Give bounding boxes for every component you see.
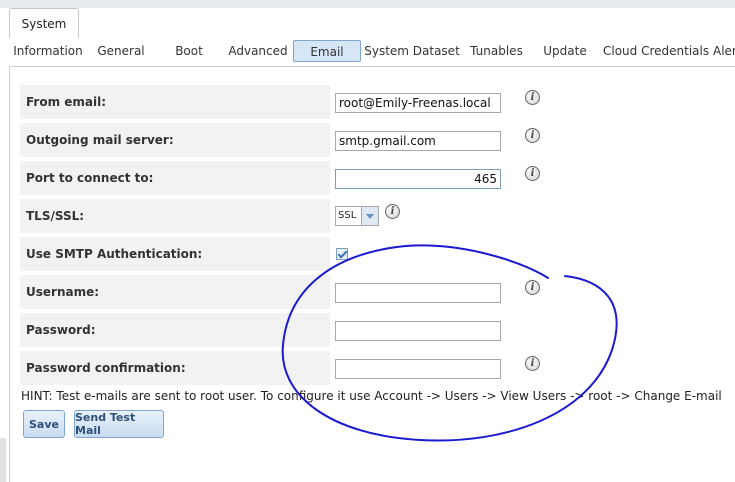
info-icon[interactable]: i	[525, 128, 540, 143]
username-input[interactable]	[335, 283, 501, 303]
row-smtp-auth: Use SMTP Authentication:	[20, 237, 330, 271]
save-button[interactable]: Save	[23, 410, 65, 438]
row-tls: TLS/SSL:	[20, 199, 330, 233]
port-label: Port to connect to:	[26, 171, 154, 185]
password-confirm-label: Password confirmation:	[26, 361, 186, 375]
smtp-auth-checkbox[interactable]	[336, 248, 348, 260]
info-icon[interactable]: i	[525, 356, 540, 371]
tab-system-dataset[interactable]: System Dataset	[364, 40, 460, 62]
outgoing-server-input[interactable]: smtp.gmail.com	[335, 131, 501, 151]
info-icon[interactable]: i	[385, 204, 400, 219]
row-outgoing-server: Outgoing mail server:	[20, 123, 330, 157]
tab-information[interactable]: Information	[13, 40, 83, 62]
outgoing-server-label: Outgoing mail server:	[26, 133, 174, 147]
tls-label: TLS/SSL:	[26, 209, 85, 223]
row-password-confirm: Password confirmation:	[20, 351, 330, 385]
smtp-auth-label: Use SMTP Authentication:	[26, 247, 203, 261]
tab-system[interactable]: System	[9, 8, 79, 38]
tab-boot[interactable]: Boot	[172, 40, 206, 62]
row-port: Port to connect to:	[20, 161, 330, 195]
password-input[interactable]	[335, 321, 501, 341]
from-email-label: From email:	[26, 95, 107, 109]
row-from-email: From email:	[20, 85, 330, 119]
info-icon[interactable]: i	[525, 166, 540, 181]
row-username: Username:	[20, 275, 330, 309]
from-email-input[interactable]: root@Emily-Freenas.local	[335, 93, 501, 113]
password-label: Password:	[26, 323, 96, 337]
subtab-bar: Information General Boot Advanced Email …	[0, 38, 735, 66]
row-password: Password:	[20, 313, 330, 347]
tab-update[interactable]: Update	[543, 40, 587, 62]
info-icon[interactable]: i	[525, 280, 540, 295]
tls-select[interactable]: SSL	[335, 206, 379, 226]
password-confirm-input[interactable]	[335, 359, 501, 379]
chevron-down-icon[interactable]	[361, 207, 378, 225]
top-strip	[0, 0, 735, 8]
tab-tunables[interactable]: Tunables	[469, 40, 524, 62]
port-input[interactable]: 465	[335, 169, 501, 189]
tab-advanced[interactable]: Advanced	[228, 40, 288, 62]
hint-text: HINT: Test e-mails are sent to root user…	[21, 389, 722, 403]
send-test-mail-button[interactable]: Send Test Mail	[74, 410, 164, 438]
tab-alerts[interactable]: Aler	[713, 40, 735, 62]
info-icon[interactable]: i	[525, 90, 540, 105]
tab-email[interactable]: Email	[293, 40, 361, 62]
tab-cloud-credentials[interactable]: Cloud Credentials	[603, 40, 709, 62]
left-scroll-edge	[0, 438, 6, 482]
username-label: Username:	[26, 285, 100, 299]
tab-general[interactable]: General	[96, 40, 146, 62]
tls-select-value: SSL	[338, 210, 357, 221]
